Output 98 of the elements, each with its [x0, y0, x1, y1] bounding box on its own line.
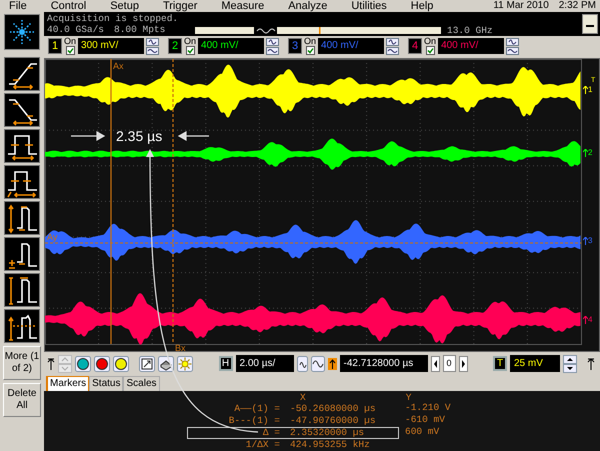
trace-label[interactable]: 3 — [588, 236, 592, 246]
channel-scale-field[interactable]: 400 mV/ — [198, 38, 264, 54]
waveform-button-icon — [146, 46, 160, 55]
cursor-label: Ay — [47, 232, 58, 242]
marker-x-value: -47.90760000 µs — [289, 416, 377, 426]
marker-x-value: 2.35320000 µs — [289, 428, 366, 438]
waveform-button-icon[interactable] — [310, 356, 324, 372]
run-control-icon[interactable] — [75, 356, 91, 372]
measure-tool-button[interactable] — [4, 201, 40, 235]
marker-label: B---(1) = — [228, 416, 281, 426]
trace-label[interactable]: 2 — [588, 148, 592, 158]
cursor-label: Bx — [175, 343, 186, 352]
measure-tool-button[interactable] — [4, 309, 40, 343]
menu-item[interactable]: Analyze — [288, 0, 328, 12]
trace-marker-icon — [583, 149, 588, 158]
waveform-button-icon — [386, 38, 400, 46]
dimension-arrow — [70, 132, 106, 141]
tab[interactable]: Markers — [46, 376, 90, 391]
bandwidth-text: 13.0 GHz — [447, 24, 493, 36]
marker-x-value: -50.26080000 µs — [289, 404, 377, 414]
marker-x-value: 424.953255 kHz — [289, 440, 371, 450]
marker-label: A——(1) = — [233, 404, 281, 414]
channel-button[interactable]: 1 — [48, 38, 62, 54]
waveform-button-icon — [386, 46, 400, 55]
spinner-icon[interactable] — [563, 354, 577, 373]
marker-label: Δ = — [262, 428, 281, 438]
run-control-icon[interactable] — [94, 356, 110, 372]
measure-tool-button[interactable] — [4, 165, 40, 199]
waveform-button-icon — [266, 38, 280, 46]
dimension-arrow — [178, 132, 210, 141]
channel-scale-field[interactable]: 300 mV/ — [78, 38, 144, 54]
marker-y-value: -610 mV — [404, 414, 445, 427]
channel-scale-field[interactable]: 400 mV/ — [438, 38, 504, 54]
on-label: On — [424, 37, 436, 46]
status-message: Acquisition is stopped. — [47, 13, 180, 24]
channel-button[interactable]: 2 — [168, 38, 182, 54]
channel-button[interactable]: 4 — [408, 38, 422, 54]
measure-tool-button[interactable] — [4, 57, 40, 91]
checkbox[interactable] — [186, 46, 195, 56]
measure-tool-button[interactable] — [4, 273, 40, 307]
measure-tool-button[interactable] — [4, 93, 40, 127]
logo-icon[interactable] — [4, 14, 40, 50]
trace-label[interactable]: 1 — [588, 85, 592, 94]
up-arrow-icon[interactable] — [587, 358, 595, 370]
menu-item[interactable]: Measure — [221, 0, 264, 12]
trigger-position-icon — [328, 358, 336, 370]
measure-tool-button[interactable] — [4, 129, 40, 163]
offset-field[interactable]: 0 — [442, 355, 456, 372]
cursor-line[interactable] — [110, 59, 112, 344]
delay-field[interactable]: -42.7128000 µs — [340, 355, 428, 372]
trace-label[interactable]: 4 — [588, 315, 592, 324]
checkbox[interactable] — [306, 46, 315, 56]
time-text: 2:32 PM — [558, 0, 596, 12]
tab[interactable]: Scales — [123, 376, 160, 391]
column-header: Y — [406, 392, 412, 403]
menu-item[interactable]: Utilities — [351, 0, 387, 12]
more-button[interactable]: More (1 of 2) — [3, 346, 41, 380]
checkbox[interactable] — [426, 46, 435, 56]
checkbox[interactable] — [66, 46, 74, 56]
delta-annotation: 2.35 µs — [116, 128, 162, 144]
menu-item[interactable]: Control — [50, 0, 86, 12]
menu-item[interactable]: File — [9, 0, 27, 12]
trigger-button[interactable]: T — [493, 356, 507, 372]
sample-rate-text: 40.0 GSa/s — [47, 24, 104, 36]
waveform-button-icon — [146, 38, 160, 46]
marker-y-value: -1.210 V — [404, 402, 451, 415]
trigger-level-field[interactable]: 25 mV — [510, 355, 560, 372]
tab[interactable]: Status — [89, 376, 124, 391]
channel-scale-field[interactable]: 400 mV/ — [318, 38, 384, 54]
marker-label: 1/ΔX = — [244, 440, 281, 450]
on-label: On — [64, 37, 76, 46]
run-control-icon[interactable] — [113, 356, 129, 372]
on-label: On — [304, 37, 316, 46]
column-header: X — [300, 392, 306, 403]
waveform-button-icon[interactable] — [296, 356, 308, 372]
waveform-button-icon — [506, 46, 520, 55]
menu-item[interactable]: Setup — [110, 0, 139, 12]
marker-y-value: 600 mV — [404, 426, 440, 439]
delete-all-button[interactable]: Delete All — [3, 383, 41, 417]
autoscale-icon[interactable] — [139, 356, 155, 372]
measure-tool-button[interactable] — [4, 237, 40, 271]
waveform-button-icon — [506, 38, 520, 46]
channel-button[interactable]: 3 — [288, 38, 302, 54]
trace-marker-icon — [583, 316, 588, 324]
on-label: On — [184, 37, 196, 46]
minimize-button[interactable] — [582, 14, 598, 34]
waveform-button-icon — [266, 46, 280, 55]
horizontal-button[interactable]: H — [218, 356, 232, 372]
menu-item[interactable]: Help — [410, 0, 434, 12]
date-text: 11 Mar 2010 — [493, 0, 549, 12]
cursor-line[interactable] — [172, 59, 174, 344]
memory-depth-text: 8.00 Mpts — [114, 24, 166, 36]
trace-marker-icon — [583, 237, 588, 246]
trace-marker-icon — [583, 86, 588, 94]
cursor-label: Ax — [113, 61, 124, 72]
menu-item[interactable]: Trigger — [162, 0, 198, 12]
up-arrow-icon[interactable] — [47, 358, 55, 370]
timebase-field[interactable]: 2.00 µs/ — [236, 355, 294, 372]
